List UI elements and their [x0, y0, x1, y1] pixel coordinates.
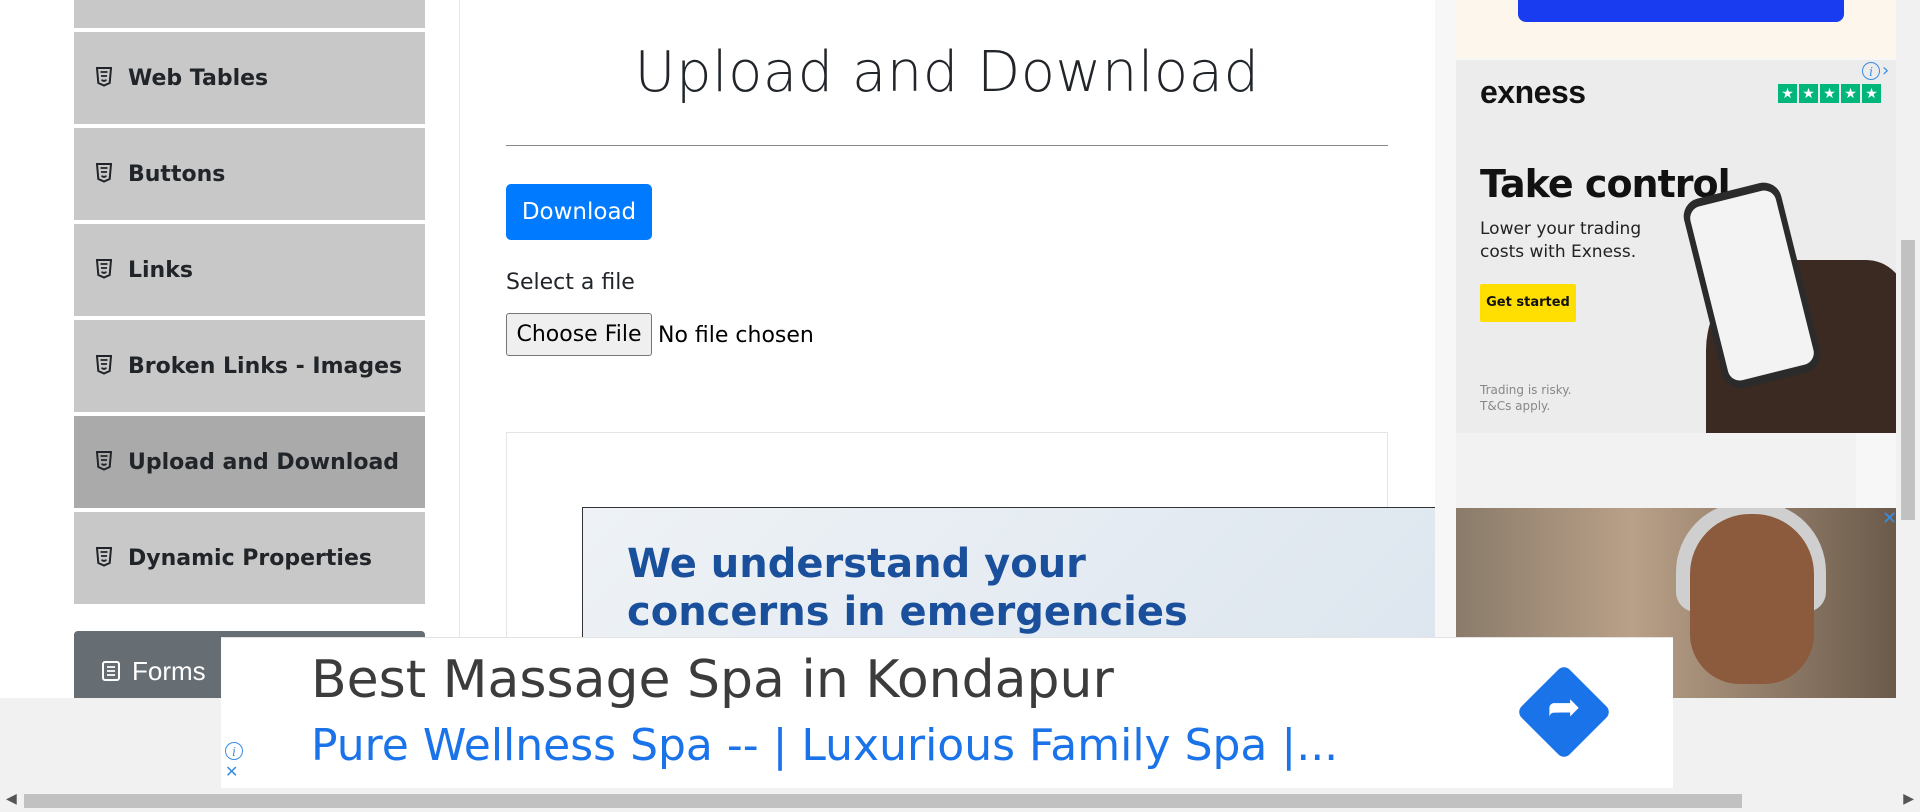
scroll-right-icon[interactable]: ▶	[1903, 790, 1914, 807]
star-icon: ★	[1820, 84, 1839, 103]
ad-info-icon[interactable]: i	[225, 742, 243, 760]
download-button[interactable]: Download	[506, 184, 652, 240]
ad-banner-line: We understand your	[627, 541, 1086, 587]
sidebar-item-partial[interactable]	[74, 0, 425, 30]
sidebar-item-upload-download[interactable]: Upload and Download	[74, 416, 425, 510]
close-icon[interactable]: ✕	[225, 762, 238, 781]
sidebar-item-label: Dynamic Properties	[128, 545, 372, 571]
html5-icon	[96, 259, 116, 281]
sidebar-item-web-tables[interactable]: Web Tables	[74, 32, 425, 126]
group-header-label: Forms	[132, 655, 206, 686]
bottom-ad-link[interactable]: Pure Wellness Spa -- | Luxurious Family …	[311, 720, 1338, 771]
star-icon: ★	[1799, 84, 1818, 103]
get-started-button[interactable]: Get started	[1480, 284, 1576, 322]
portrait-face	[1690, 514, 1814, 684]
sidebar-item-label: Links	[128, 257, 193, 283]
ad-top-button[interactable]	[1518, 0, 1844, 22]
bottom-sticky-ad[interactable]: Best Massage Spa in Kondapur Pure Wellne…	[221, 637, 1673, 788]
html5-icon	[96, 163, 116, 185]
sidebar-item-label: Broken Links - Images	[128, 353, 403, 379]
sidebar-item-label: Upload and Download	[128, 449, 400, 475]
list-icon	[102, 661, 120, 681]
exness-disclaimer: Trading is risky. T&Cs apply.	[1480, 383, 1572, 413]
star-icon: ★	[1862, 84, 1881, 103]
sidebar-item-links[interactable]: Links	[74, 224, 425, 318]
exness-logo: exness	[1480, 74, 1586, 110]
phone-image	[1679, 178, 1825, 393]
bottom-ad-headline: Best Massage Spa in Kondapur	[311, 650, 1114, 710]
sidebar: Web Tables Buttons Links Broken Links - …	[74, 0, 425, 711]
ad-banner-line: concerns in emergencies	[627, 589, 1188, 635]
sidebar-item-buttons[interactable]: Buttons	[74, 128, 425, 222]
select-file-label: Select a file	[506, 270, 635, 295]
page-title: Upload and Download	[634, 40, 1260, 105]
star-icon: ★	[1778, 84, 1797, 103]
html5-icon	[96, 67, 116, 89]
sidebar-item-label: Web Tables	[128, 65, 269, 91]
vertical-scrollbar[interactable]	[1896, 0, 1920, 788]
title-divider	[506, 145, 1388, 146]
html5-icon	[96, 451, 116, 473]
scrollbar-thumb[interactable]	[24, 794, 1742, 808]
close-icon[interactable]: ✕	[1882, 508, 1897, 529]
scrollbar-thumb[interactable]	[1901, 240, 1915, 520]
sidebar-item-broken-links[interactable]: Broken Links - Images	[74, 320, 425, 414]
sidebar-item-dynamic-properties[interactable]: Dynamic Properties	[74, 512, 425, 606]
rating-stars: ★ ★ ★ ★ ★	[1778, 84, 1881, 103]
column-divider	[459, 0, 460, 700]
sidebar-item-label: Buttons	[128, 161, 226, 187]
exness-subtext: Lower your trading costs with Exness.	[1480, 219, 1642, 262]
exness-ad[interactable]: exness ★ ★ ★ ★ ★ Take control Lower your…	[1456, 60, 1896, 433]
file-status-text: No file chosen	[658, 323, 814, 348]
star-icon: ★	[1841, 84, 1860, 103]
ad-info-icon[interactable]: i	[1862, 62, 1880, 80]
horizontal-scrollbar[interactable]: ◀ ▶	[0, 788, 1920, 812]
directions-arrow-icon[interactable]: ➦	[1515, 663, 1613, 761]
ad-spacer	[1456, 433, 1856, 508]
html5-icon	[96, 547, 116, 569]
ad-chevron-icon[interactable]: ›	[1882, 60, 1889, 81]
html5-icon	[96, 355, 116, 377]
choose-file-button[interactable]: Choose File	[506, 313, 652, 356]
scroll-left-icon[interactable]: ◀	[6, 790, 17, 807]
